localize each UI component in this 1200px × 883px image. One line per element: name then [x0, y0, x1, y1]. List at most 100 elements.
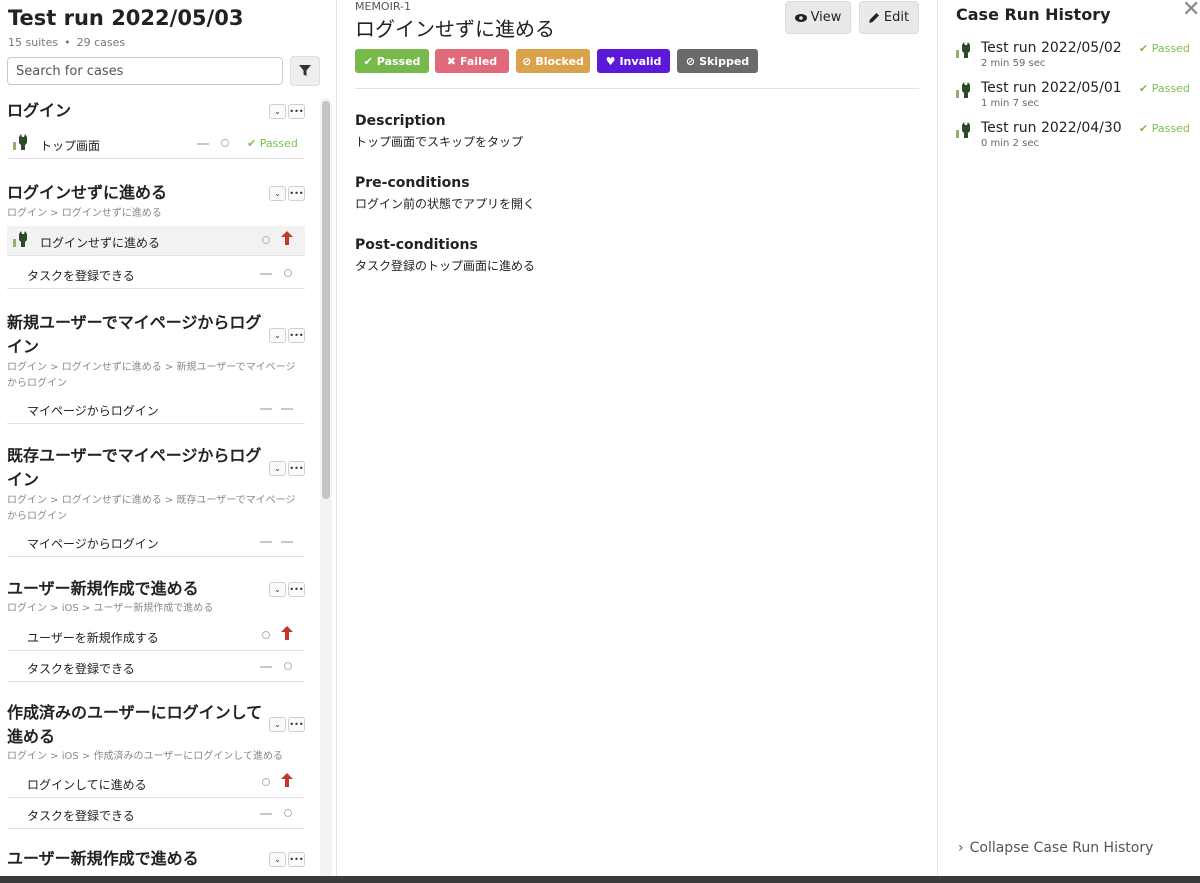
preconditions-heading: Pre-conditions	[355, 175, 470, 191]
arrow-up-icon	[281, 773, 293, 787]
tester-avatar-icon	[13, 134, 27, 150]
tester-avatar-icon	[956, 82, 970, 98]
suite-menu-button[interactable]: •••	[288, 852, 305, 867]
failed-button[interactable]: ✖ Failed	[435, 49, 509, 73]
history-title: Case Run History	[956, 5, 1111, 24]
case-label: ログインしてに進める	[27, 778, 147, 792]
history-run-name: Test run 2022/05/02	[981, 40, 1122, 56]
skipped-label: Skipped	[699, 54, 750, 68]
more-icon: •••	[289, 719, 304, 729]
case-row[interactable]: ログインしてに進める	[7, 768, 305, 798]
more-icon: •••	[289, 854, 304, 864]
view-label: View	[810, 10, 842, 25]
more-icon: •••	[289, 330, 304, 340]
check-icon: ✔	[363, 54, 373, 68]
suite-menu-button[interactable]: •••	[288, 328, 305, 343]
description-heading: Description	[355, 113, 446, 129]
bottom-bar	[0, 876, 1200, 883]
description-text: トップ画面でスキップをタップ	[355, 135, 524, 149]
status-ring	[284, 662, 292, 670]
status-ring	[262, 236, 270, 244]
case-row[interactable]: マイページからログイン	[7, 527, 305, 557]
suite-title[interactable]: ユーザー新規作成で進める	[7, 577, 265, 601]
case-row[interactable]: トップ画面 ✔ Passed	[7, 129, 305, 159]
postconditions-heading: Post-conditions	[355, 237, 478, 253]
history-run-name: Test run 2022/04/30	[981, 120, 1122, 136]
suite-expand-button[interactable]: ⌄	[269, 104, 286, 119]
case-detail-panel: MEMOIR-1 ログインせずに進める View Edit ✔ Passed ✖ F…	[338, 0, 938, 876]
suite-title[interactable]: ログインせずに進める	[7, 181, 265, 205]
blocked-label: Blocked	[535, 54, 584, 68]
postconditions-text: タスク登録のトップ画面に進める	[355, 259, 536, 273]
case-row[interactable]: ユーザーを新規作成する	[7, 621, 305, 651]
suite-expand-button[interactable]: ⌄	[269, 582, 286, 597]
suite-title[interactable]: ログイン	[7, 99, 265, 123]
skipped-button[interactable]: ⊘ Skipped	[677, 49, 758, 73]
passed-button[interactable]: ✔ Passed	[355, 49, 429, 73]
status-dash	[260, 273, 272, 275]
suite-expand-button[interactable]: ⌄	[269, 717, 286, 732]
case-row[interactable]: タスクを登録できる	[7, 259, 305, 289]
history-duration: 1 min 7 sec	[981, 98, 1039, 109]
case-row-selected[interactable]: ログインせずに進める	[7, 226, 305, 256]
close-icon[interactable]: ✕	[1182, 0, 1200, 22]
chevron-down-icon: ⌄	[274, 188, 281, 198]
view-button[interactable]: View	[785, 1, 851, 34]
history-duration: 0 min 2 sec	[981, 138, 1039, 149]
chevron-down-icon: ⌄	[274, 584, 281, 594]
more-icon: •••	[289, 584, 304, 594]
suite-expand-button[interactable]: ⌄	[269, 461, 286, 476]
more-icon: •••	[289, 106, 304, 116]
suite-menu-button[interactable]: •••	[288, 717, 305, 732]
blocked-icon: ⊘	[522, 54, 532, 68]
preconditions-text: ログイン前の状態でアプリを開く	[355, 197, 536, 211]
chevron-down-icon: ⌄	[274, 330, 281, 340]
blocked-button[interactable]: ⊘ Blocked	[516, 49, 590, 73]
failed-label: Failed	[460, 54, 498, 68]
run-meta: 15 suites • 29 cases	[8, 36, 126, 49]
search-input[interactable]	[7, 57, 283, 85]
history-item[interactable]: Test run 2022/05/01 1 min 7 sec ✔ Passed	[956, 80, 1200, 114]
invalid-button[interactable]: ♥ Invalid	[597, 49, 670, 73]
case-row[interactable]: マイページからログイン	[7, 394, 305, 424]
x-icon: ✖	[446, 54, 457, 68]
status-ring	[262, 778, 270, 786]
suite-title[interactable]: ユーザー新規作成で進める	[7, 847, 265, 871]
edit-button[interactable]: Edit	[859, 1, 919, 34]
suite-title[interactable]: 新規ユーザーでマイページからログイン	[7, 311, 265, 359]
case-label: タスクを登録できる	[27, 809, 135, 823]
broken-heart-icon: ♥	[605, 54, 616, 68]
arrow-up-icon	[281, 231, 293, 245]
suite-expand-button[interactable]: ⌄	[269, 852, 286, 867]
collapse-history-link[interactable]: › Collapse Case Run History	[958, 840, 1153, 856]
suite-title[interactable]: 作成済みのユーザーにログインして進める	[7, 701, 265, 749]
status-dash	[197, 143, 209, 145]
suite-count: 15 suites	[8, 36, 59, 49]
status-dash	[281, 541, 293, 543]
suite-menu-button[interactable]: •••	[288, 461, 305, 476]
suite-menu-button[interactable]: •••	[288, 582, 305, 597]
case-key: MEMOIR-1	[355, 0, 411, 13]
suite-menu-button[interactable]: •••	[288, 186, 305, 201]
status-ring	[284, 269, 292, 277]
suite-menu-button[interactable]: •••	[288, 104, 305, 119]
chevron-right-icon: ›	[958, 840, 964, 856]
case-row[interactable]: タスクを登録できる	[7, 799, 305, 829]
tester-avatar-icon	[13, 231, 27, 247]
suite-title[interactable]: 既存ユーザーでマイページからログイン	[7, 444, 265, 492]
case-label: タスクを登録できる	[27, 662, 135, 676]
history-item[interactable]: Test run 2022/05/02 2 min 59 sec ✔ Passe…	[956, 40, 1200, 74]
status-ring	[262, 631, 270, 639]
history-item[interactable]: Test run 2022/04/30 0 min 2 sec ✔ Passed	[956, 120, 1200, 154]
invalid-label: Invalid	[619, 54, 662, 68]
filter-button[interactable]	[290, 56, 320, 86]
suite-expand-button[interactable]: ⌄	[269, 186, 286, 201]
tester-avatar-icon	[956, 122, 970, 138]
more-icon: •••	[289, 463, 304, 473]
scrollbar-thumb[interactable]	[322, 101, 330, 499]
case-count: 29 cases	[76, 36, 126, 49]
suite-path: ログイン > iOS > ユーザー新規作成で進める	[7, 603, 214, 614]
case-row[interactable]: タスクを登録できる	[7, 652, 305, 682]
suite-expand-button[interactable]: ⌄	[269, 328, 286, 343]
history-status: ✔ Passed	[1139, 82, 1190, 95]
